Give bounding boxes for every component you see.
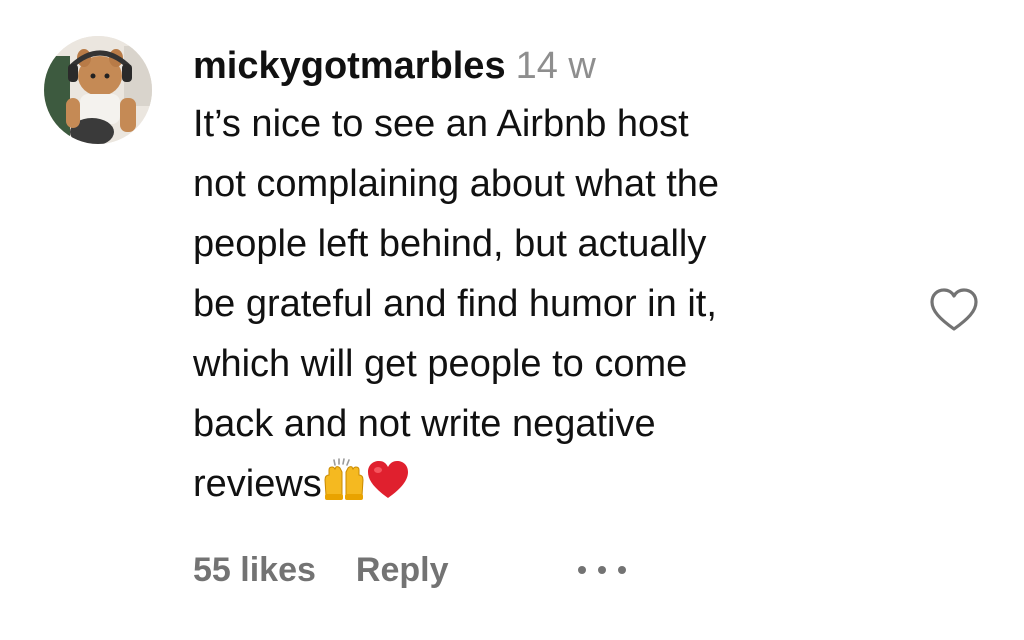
comment-text: It’s nice to see an Airbnb host not comp… — [193, 94, 893, 514]
timestamp[interactable]: 14 w — [516, 45, 596, 87]
comment-line: which will get people to come — [193, 343, 688, 385]
comment-line: not complaining about what the — [193, 163, 720, 205]
likes-count[interactable]: 55 likes — [193, 551, 316, 589]
comment: mickygotmarbles 14 w It’s nice to see an … — [0, 0, 1024, 640]
comment-header: mickygotmarbles 14 w — [193, 40, 893, 92]
comment-footer: 55 likes Reply — [193, 546, 448, 594]
comment-line: back and not write negative — [193, 403, 656, 445]
username[interactable]: mickygotmarbles — [193, 45, 506, 87]
comment-content: mickygotmarbles 14 w It’s nice to see an … — [193, 40, 893, 514]
reply-button[interactable]: Reply — [356, 551, 449, 589]
comment-last-line: reviews — [193, 454, 893, 514]
raising-hands-emoji — [322, 458, 366, 502]
comment-line: people left behind, but actually — [193, 223, 707, 265]
red-heart-emoji — [366, 458, 410, 502]
avatar-image — [44, 36, 152, 144]
comment-line: It’s nice to see an Airbnb host — [193, 103, 689, 145]
comment-line: reviews — [193, 463, 322, 505]
avatar[interactable] — [44, 36, 152, 144]
comment-line: be grateful and find humor in it, — [193, 283, 717, 325]
heart-outline-icon[interactable] — [928, 284, 980, 336]
more-options-icon[interactable] — [574, 562, 630, 578]
